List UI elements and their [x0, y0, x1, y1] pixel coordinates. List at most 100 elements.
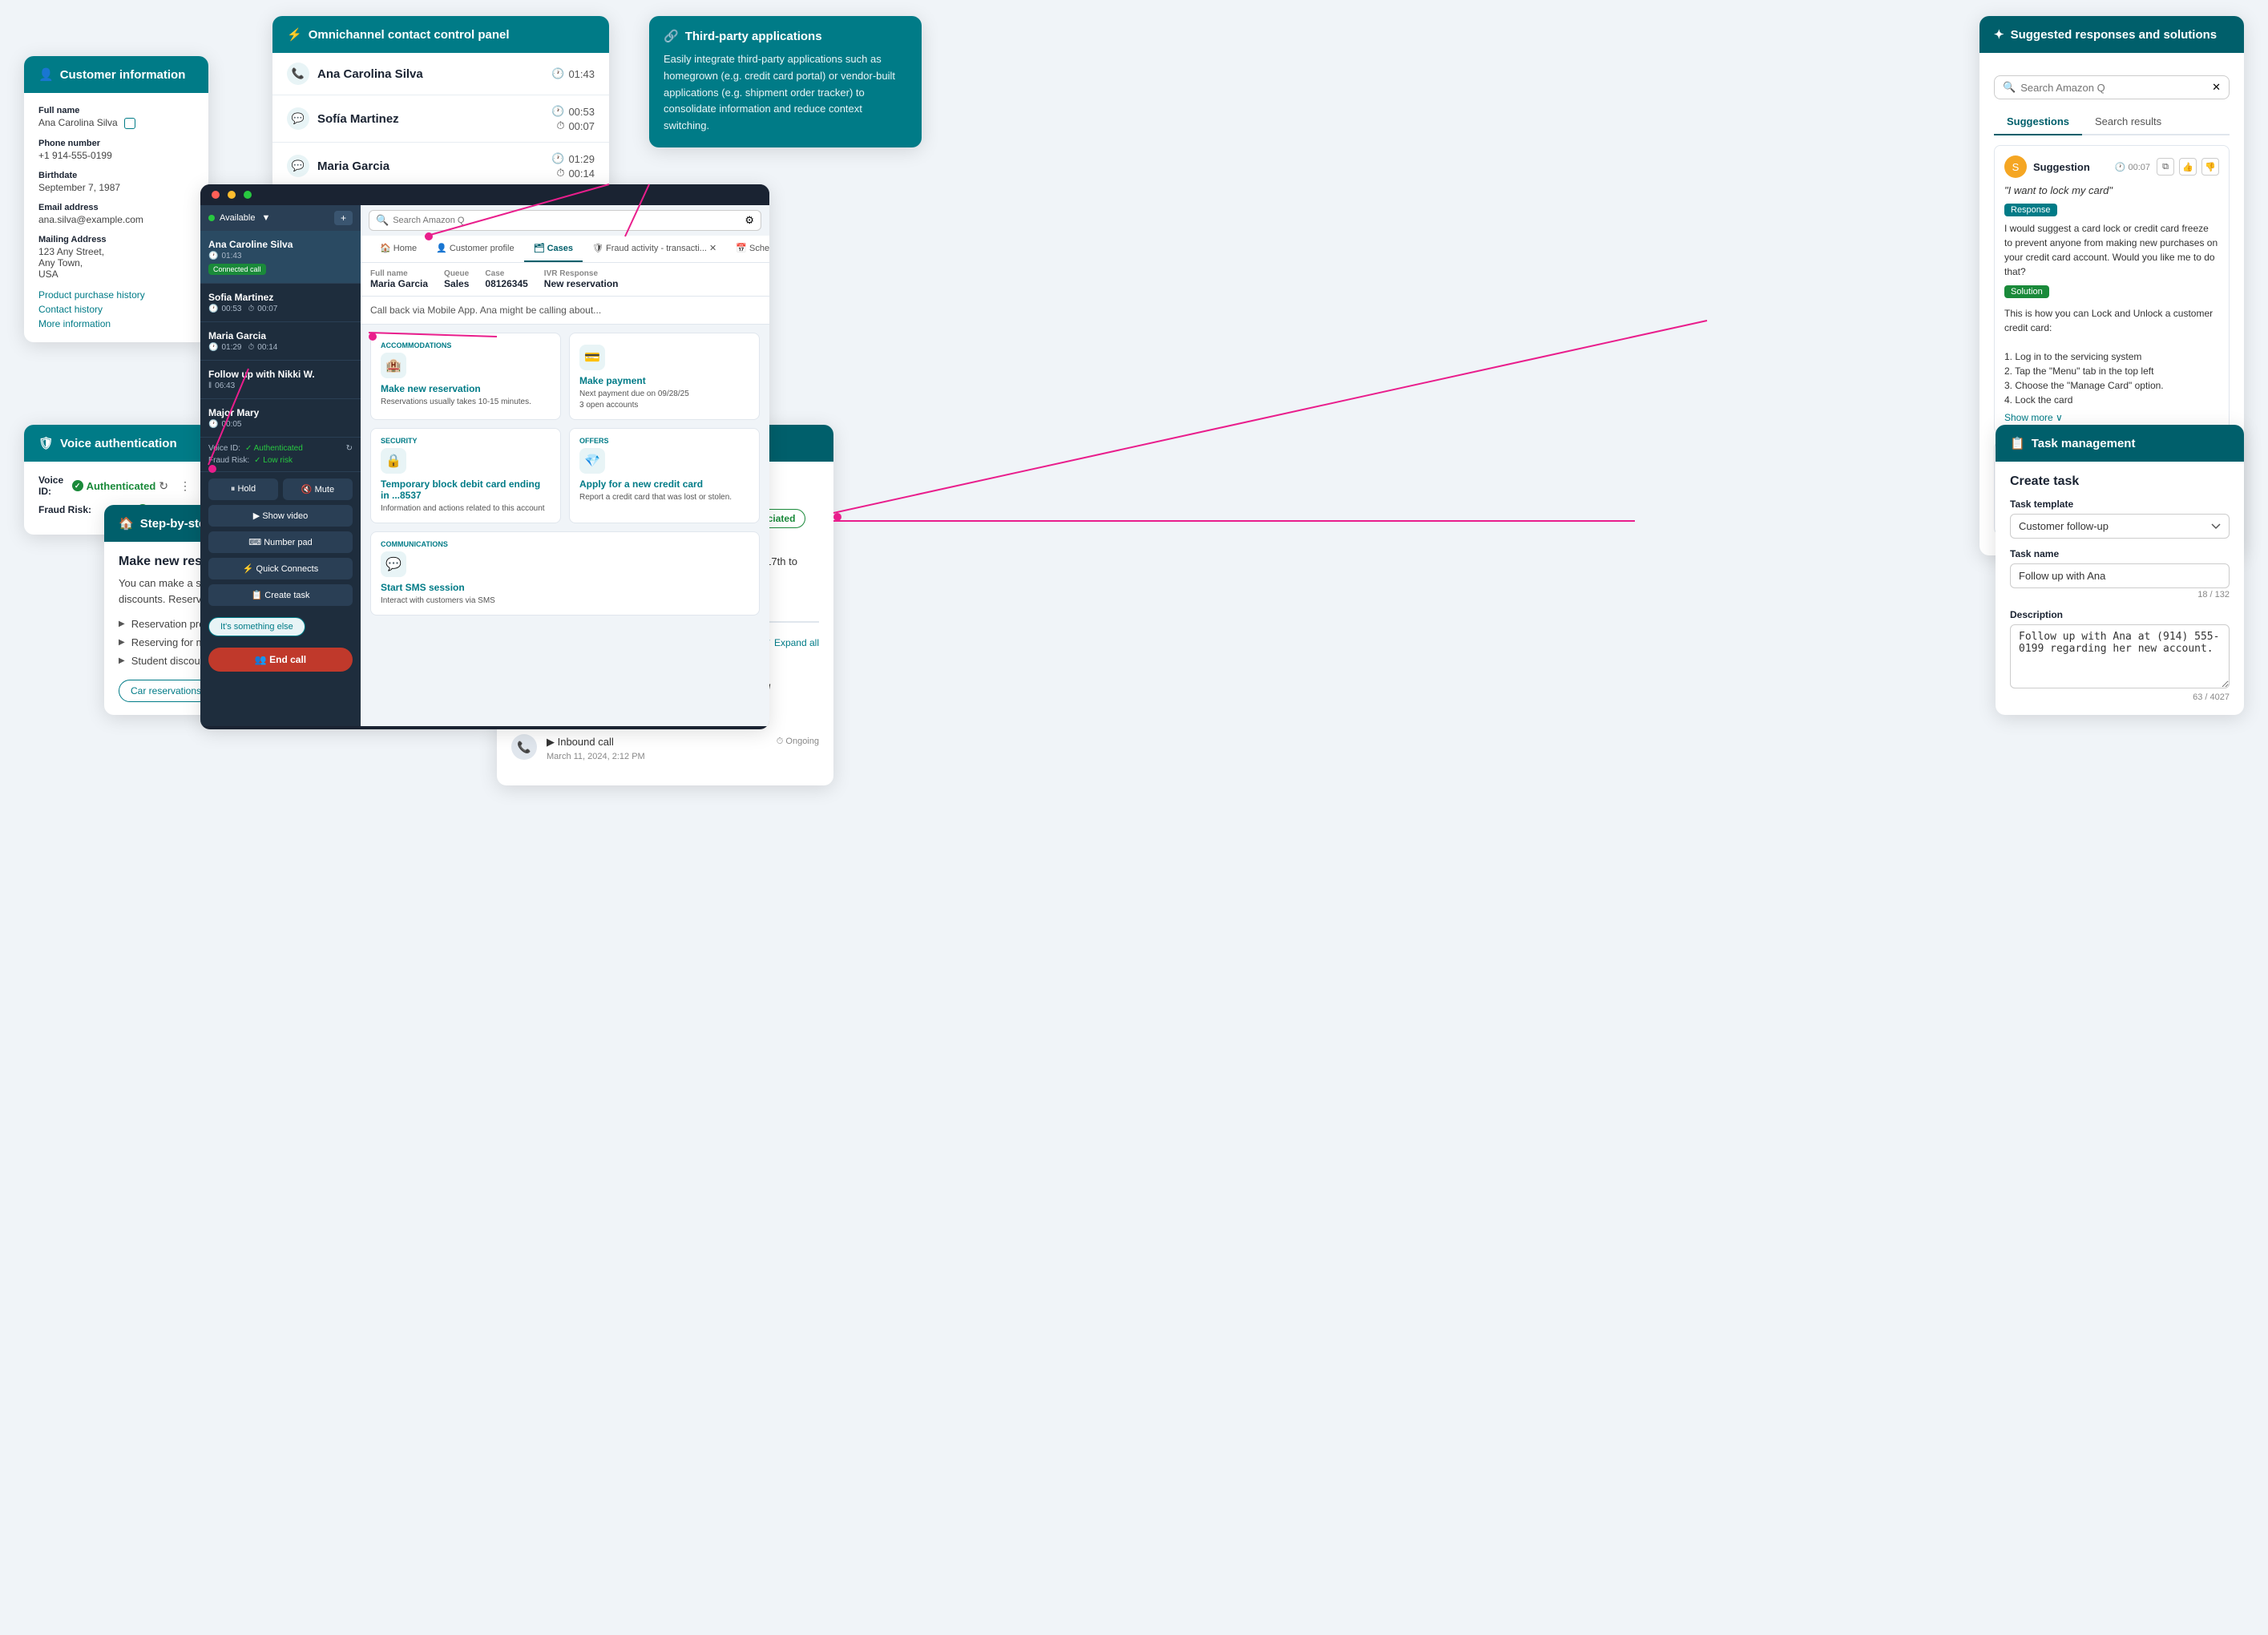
- add-btn[interactable]: +: [334, 211, 353, 225]
- suggestion-item: S Suggestion 🕐 00:07 ⧉ 👍 👎 "I want to lo…: [1994, 145, 2230, 434]
- ccp-topbar: [200, 184, 769, 205]
- thumbs-up-icon[interactable]: 👍: [2179, 158, 2197, 176]
- voice-id-row: Voice ID: Authenticated ↻ ⋮: [38, 474, 194, 497]
- ccp-sidebar: Available ▼ + Ana Caroline Silva 🕐01:43 …: [200, 205, 361, 726]
- card-make-reservation[interactable]: Accommodations 🏨 Make new reservation Re…: [370, 333, 561, 420]
- card-new-credit[interactable]: Offers 💎 Apply for a new credit card Rep…: [569, 428, 760, 523]
- nav-customer-profile[interactable]: 👤 Customer profile: [426, 236, 523, 262]
- omnichannel-title: Omnichannel contact control panel: [309, 28, 510, 42]
- card-block-debit[interactable]: Security 🔒 Temporary block debit card en…: [370, 428, 561, 523]
- chat-icon: 💬: [287, 107, 309, 130]
- task-name-count: 18 / 132: [2010, 590, 2230, 600]
- voice-id-label: Voice ID:: [38, 474, 67, 497]
- suggested-title: Suggested responses and solutions: [2011, 28, 2218, 42]
- customer-info-panel: 👤 Customer information Full name Ana Car…: [24, 56, 208, 342]
- desc-textarea[interactable]: Follow up with Ana at (914) 555-0199 reg…: [2010, 624, 2230, 688]
- sidebar-contact-maria[interactable]: Maria Garcia 🕐01:29 ⏱00:14: [200, 322, 361, 361]
- thumbs-down-icon[interactable]: 👎: [2201, 158, 2219, 176]
- nav-fraud[interactable]: 🛡 Fraud activity - transacti... ✕: [583, 236, 726, 262]
- contact-time: 🕐00:53: [551, 105, 595, 118]
- voice-id-value: Authenticated: [72, 480, 156, 492]
- contact-history-link[interactable]: Contact history: [38, 304, 194, 315]
- tab-search-results[interactable]: Search results: [2082, 109, 2174, 135]
- info-phone: Phone number +1 914-555-0199: [38, 139, 194, 161]
- ccp-search-input[interactable]: [393, 216, 741, 225]
- end-call-btn[interactable]: 👥 End call: [208, 648, 353, 672]
- info-birthdate: Birthdate September 7, 1987: [38, 171, 194, 193]
- contact-row[interactable]: 💬 Sofía Martinez 🕐00:53 ⏱00:07: [272, 95, 609, 143]
- sidebar-contact-nikki[interactable]: Follow up with Nikki W. ‖06:43: [200, 361, 361, 399]
- response-text: I would suggest a card lock or credit ca…: [2004, 221, 2219, 279]
- close-icon[interactable]: ✕: [2212, 81, 2221, 94]
- response-badge: Response: [2004, 204, 2057, 216]
- suggested-tabs: Suggestions Search results: [1994, 109, 2230, 135]
- solution-badge: Solution: [2004, 285, 2049, 298]
- task-name-label: Task name: [2010, 548, 2230, 559]
- settings-icon[interactable]: ⚙: [745, 214, 754, 227]
- sidebar-contact-mary[interactable]: Major Mary 🕐00:05: [200, 399, 361, 438]
- third-party-icon: 🔗: [664, 29, 679, 43]
- more-btn[interactable]: ⋮: [176, 478, 194, 495]
- contact-time-2: ⏱00:07: [556, 119, 595, 132]
- contact-row[interactable]: 💬 Maria Garcia 🕐01:29 ⏱00:14: [272, 143, 609, 190]
- search-bar[interactable]: 🔍 ✕: [1994, 75, 2230, 99]
- status-text: Available: [220, 213, 255, 223]
- show-video-btn[interactable]: ▶ Show video: [208, 505, 353, 527]
- omnichannel-header: ⚡ Omnichannel contact control panel: [272, 16, 609, 53]
- activity-inbound-call: 📞 ▶ Inbound call ⏱ Ongoing March 11, 202…: [511, 734, 819, 761]
- sparkle-icon: ✦: [1994, 27, 2004, 42]
- info-full-name: Full name Maria Garcia: [370, 269, 428, 289]
- hold-btn[interactable]: ⏸ Hold: [208, 478, 278, 500]
- contact-name: Sofía Martinez: [317, 112, 399, 126]
- phone-icon: 📞: [287, 63, 309, 85]
- close-dot[interactable]: [212, 191, 220, 199]
- action-icons: ⧉ 👍 👎: [2157, 158, 2219, 176]
- info-address: Mailing Address 123 Any Street,Any Town,…: [38, 235, 194, 280]
- ccp-main-content: 🔍 ⚙ 🏠 Home 👤 Customer profile 🗂 Cases 🛡 …: [361, 205, 769, 726]
- product-history-link[interactable]: Product purchase history: [38, 289, 194, 301]
- ongoing-badge: ⏱ Ongoing: [777, 737, 819, 747]
- more-info-link[interactable]: More information: [38, 318, 194, 329]
- mute-btn[interactable]: 🔇 Mute: [283, 478, 353, 500]
- connector-dot-4: [833, 513, 841, 521]
- it-something-else-btn[interactable]: It's something else: [208, 617, 305, 636]
- car-reservations-btn[interactable]: Car reservations: [119, 680, 213, 702]
- sidebar-contact-sofia[interactable]: Sofia Martinez 🕐00:53 ⏱00:07: [200, 284, 361, 322]
- create-task-title: Create task: [2010, 474, 2230, 489]
- create-task-btn[interactable]: 📋 Create task: [208, 584, 353, 606]
- task-name-input[interactable]: [2010, 563, 2230, 588]
- ccp-nav: 🏠 Home 👤 Customer profile 🗂 Cases 🛡 Frau…: [361, 236, 769, 263]
- suggestion-header: S Suggestion 🕐 00:07 ⧉ 👍 👎: [2004, 155, 2219, 178]
- chat-icon: 💬: [287, 155, 309, 177]
- minimize-dot[interactable]: [228, 191, 236, 199]
- number-pad-btn[interactable]: ⌨ Number pad: [208, 531, 353, 553]
- task-mgmt-body: Create task Task template Customer follo…: [1996, 462, 2244, 715]
- refresh-btn[interactable]: ↻: [155, 478, 172, 495]
- omnichannel-icon: ⚡: [287, 27, 302, 42]
- sidebar-contact-ana[interactable]: Ana Caroline Silva 🕐01:43 Connected call: [200, 231, 361, 284]
- edit-icon[interactable]: [124, 118, 135, 129]
- expand-all-btn[interactable]: ✓ Expand all: [764, 637, 819, 648]
- nav-home[interactable]: 🏠 Home: [370, 236, 426, 262]
- nav-cases[interactable]: 🗂 Cases: [524, 236, 583, 262]
- quick-connects-btn[interactable]: ⚡ Quick Connects: [208, 558, 353, 579]
- connector-dot-1: [369, 333, 377, 341]
- third-party-body: 🔗 Third-party applications Easily integr…: [649, 16, 922, 147]
- ccp-action-buttons: ⏸ Hold 🔇 Mute ▶ Show video ⌨ Number pad …: [200, 472, 361, 612]
- task-mgmt-header: 📋 Task management: [1996, 425, 2244, 462]
- search-input[interactable]: [2020, 82, 2207, 94]
- template-select[interactable]: Customer follow-up: [2010, 514, 2230, 539]
- info-case: Case 08126345: [485, 269, 527, 289]
- nav-scheduler[interactable]: 📅 Scheduler: [726, 236, 769, 262]
- card-make-payment[interactable]: 💳 Make payment Next payment due on 09/28…: [569, 333, 760, 420]
- tab-suggestions[interactable]: Suggestions: [1994, 109, 2082, 135]
- auth-fraud: ✓ Low risk: [254, 456, 293, 465]
- show-more-btn[interactable]: Show more ∨: [2004, 412, 2219, 423]
- maximize-dot[interactable]: [244, 191, 252, 199]
- copy-icon[interactable]: ⧉: [2157, 158, 2174, 176]
- contact-row[interactable]: 📞 Ana Carolina Silva 🕐 01:43: [272, 53, 609, 95]
- status-dot: [208, 215, 215, 221]
- ccp-search-bar[interactable]: 🔍 ⚙: [369, 210, 761, 231]
- refresh-icon[interactable]: ↻: [346, 444, 353, 453]
- card-sms[interactable]: Communications 💬 Start SMS session Inter…: [370, 531, 760, 616]
